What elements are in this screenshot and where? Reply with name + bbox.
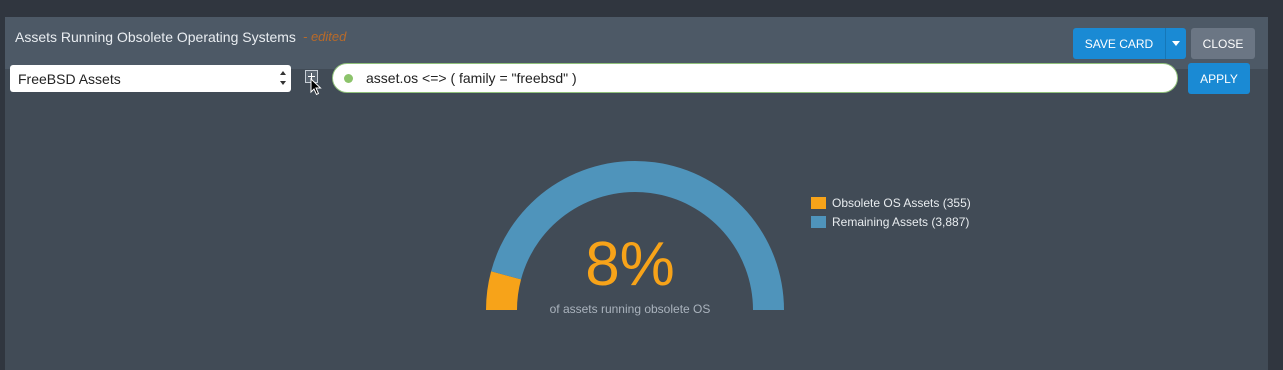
chevron-down-icon	[1172, 41, 1180, 46]
query-input[interactable]: asset.os <=> ( family = "freebsd" )	[332, 63, 1178, 93]
card-title: Assets Running Obsolete Operating System…	[15, 29, 296, 45]
legend-label-obsolete: Obsolete OS Assets (355)	[832, 195, 971, 210]
card-header: Assets Running Obsolete Operating System…	[5, 17, 1268, 69]
mouse-pointer-icon	[310, 78, 322, 96]
asset-group-select-value: FreeBSD Assets	[18, 70, 121, 87]
legend-swatch-remaining	[811, 215, 826, 228]
save-card-button[interactable]: SAVE CARD	[1073, 28, 1165, 59]
legend-item-obsolete: Obsolete OS Assets (355)	[811, 193, 971, 212]
select-arrows-icon	[279, 71, 287, 85]
gauge-caption: of assets running obsolete OS	[549, 302, 711, 316]
close-button[interactable]: CLOSE	[1191, 28, 1255, 59]
edited-indicator: - edited	[303, 29, 347, 44]
asset-group-select[interactable]: FreeBSD Assets	[10, 65, 291, 92]
legend-label-remaining: Remaining Assets (3,887)	[832, 214, 970, 229]
save-options-dropdown-button[interactable]	[1165, 28, 1186, 59]
gauge-percentage: 8%	[585, 230, 675, 299]
chart-legend: Obsolete OS Assets (355) Remaining Asset…	[811, 193, 971, 231]
legend-swatch-obsolete	[811, 196, 826, 209]
valid-status-dot-icon	[344, 73, 353, 83]
apply-button[interactable]: APPLY	[1188, 63, 1250, 94]
query-text: asset.os <=> ( family = "freebsd" )	[366, 70, 577, 86]
legend-item-remaining: Remaining Assets (3,887)	[811, 212, 971, 231]
